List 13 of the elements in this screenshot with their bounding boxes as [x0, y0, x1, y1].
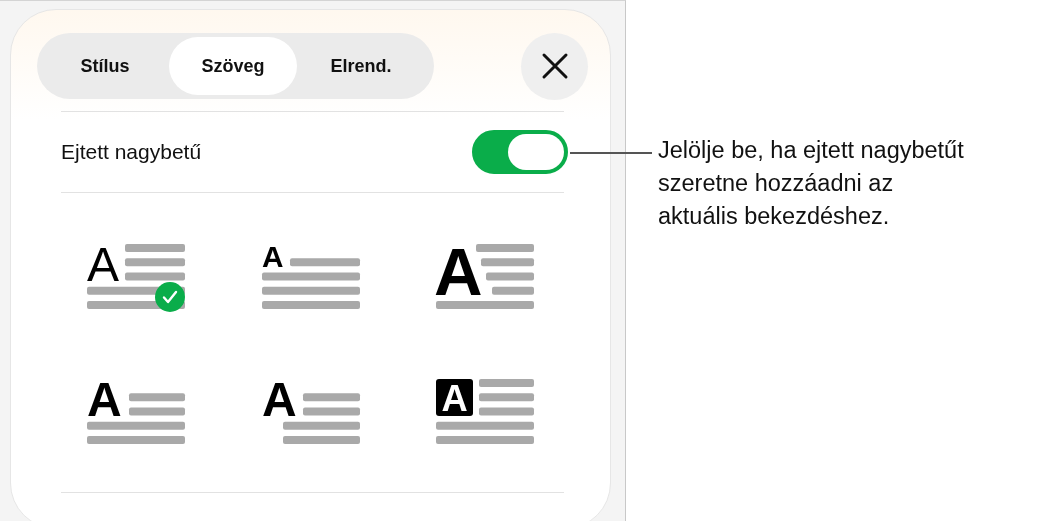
drop-cap-style-option[interactable]: A: [436, 241, 537, 313]
callout-text: Jelölje be, ha ejtett nagybetűt szeretne hozzáadni az aktuális bekezdéshez.: [658, 136, 964, 231]
drop-cap-style-option[interactable]: A: [436, 376, 537, 448]
close-icon: [540, 52, 569, 80]
drop-cap-style-option[interactable]: A: [87, 376, 187, 448]
drop-cap-style-option[interactable]: A: [261, 376, 362, 448]
drop-cap-toggle[interactable]: [472, 130, 568, 174]
drop-cap-style-option[interactable]: A: [261, 241, 362, 313]
tab[interactable]: Elrend.: [297, 37, 425, 95]
tab[interactable]: Szöveg: [169, 37, 297, 95]
drop-cap-style-option[interactable]: A: [87, 241, 187, 313]
drop-cap-label: Ejtett nagybetű: [61, 140, 202, 164]
tab[interactable]: Stílus: [41, 37, 169, 95]
